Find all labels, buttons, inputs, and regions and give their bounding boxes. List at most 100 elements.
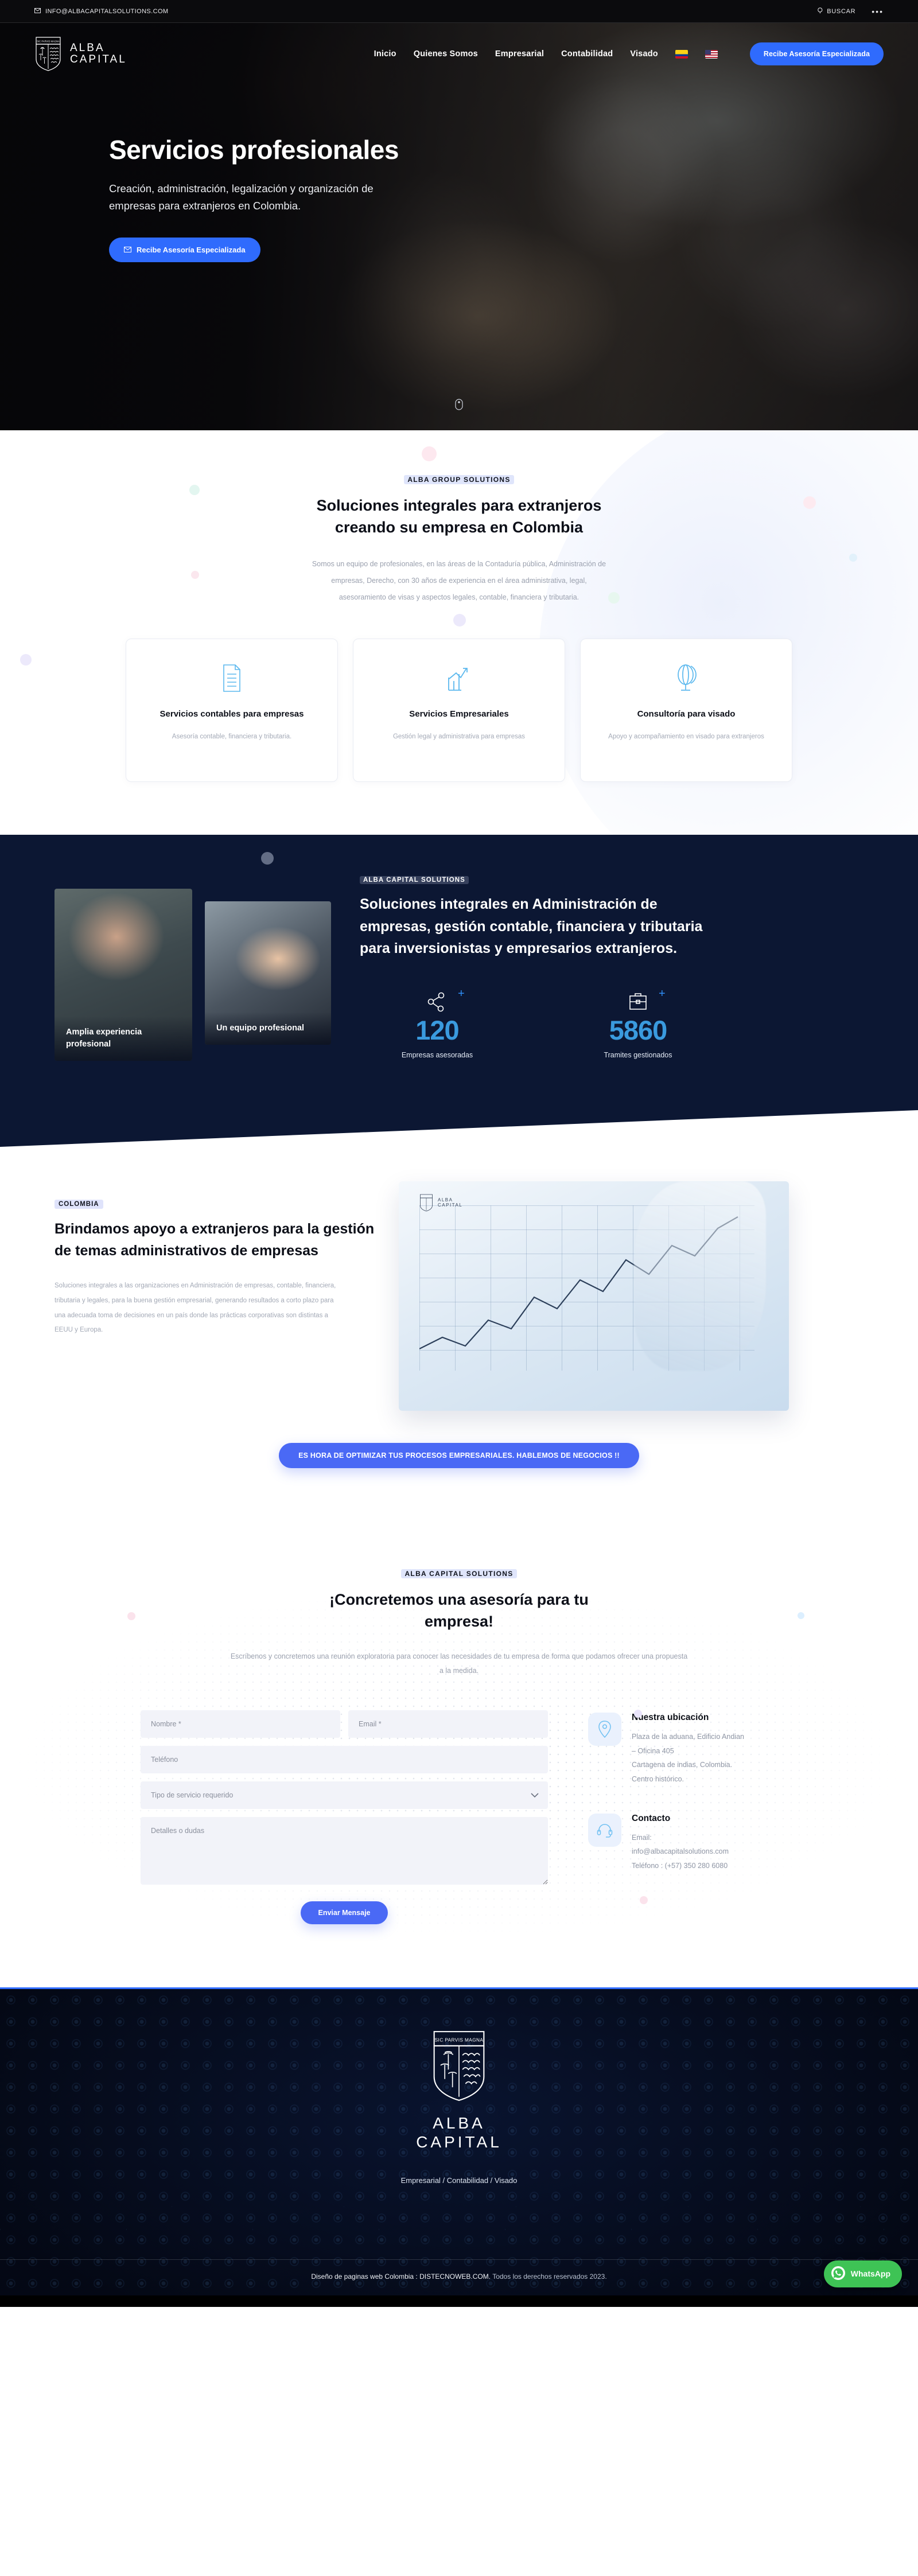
stat-label: Tramites gestionados — [604, 1050, 672, 1059]
solutions-body: Somos un equipo de profesionales, en las… — [312, 559, 606, 602]
message-textarea[interactable] — [141, 1817, 548, 1885]
email-input[interactable] — [348, 1710, 548, 1738]
nav-item-quienes-somos[interactable]: Quienes Somos — [414, 49, 478, 59]
whatsapp-label: WhatsApp — [850, 2269, 890, 2278]
service-card-contables[interactable]: Servicios contables para empresas Asesor… — [126, 638, 338, 782]
chart-photo: ALBA CAPITAL — [399, 1181, 789, 1411]
hero-cta-button[interactable]: Recibe Asesoría Especializada — [109, 237, 260, 262]
nav-item-contabilidad[interactable]: Contabilidad — [561, 49, 613, 59]
topbar-email[interactable]: INFO@ALBACAPITALSOLUTIONS.COM — [34, 7, 169, 15]
shield-crest-icon: SIC PARVIS MAGNA — [36, 37, 61, 71]
apoyo-title: Brindamos apoyo a extranjeros para la ge… — [55, 1220, 375, 1259]
stat-plus-sign: + — [659, 987, 666, 1001]
nav-cta-button[interactable]: Recibe Asesoría Especializada — [749, 42, 884, 65]
contacto-email[interactable]: info@albacapitalsolutions.com — [632, 1845, 729, 1858]
footer-black-strip — [0, 2295, 918, 2307]
nav-item-empresarial[interactable]: Empresarial — [495, 49, 544, 59]
search-icon — [818, 7, 823, 15]
solutions-eyebrow-text: ALBA GROUP SOLUTIONS — [404, 475, 514, 484]
stats-eyebrow: ALBA CAPITAL SOLUTIONS — [360, 875, 863, 884]
decorative-dot — [634, 1709, 642, 1718]
photo-caption: Amplia experiencia profesional — [55, 1015, 192, 1061]
stat-empresas-asesoradas: + 120 Empresas asesoradas — [371, 987, 503, 1059]
whatsapp-button[interactable]: WhatsApp — [823, 2260, 902, 2287]
name-input[interactable] — [141, 1710, 340, 1738]
search-label: BUSCAR — [827, 7, 856, 15]
nav-item-visado[interactable]: Visado — [630, 49, 658, 59]
send-message-button[interactable]: Enviar Mensaje — [301, 1901, 388, 1925]
search-button[interactable]: BUSCAR — [818, 7, 855, 15]
contact-body: Escríbenos y concretemos una reunión exp… — [230, 1652, 688, 1675]
nav-item-inicio[interactable]: Inicio — [374, 49, 396, 59]
service-card-desc: Gestión legal y administrativa para empr… — [392, 733, 526, 741]
footer-credit-soft: Todos los derechos reservados 2023. — [491, 2272, 607, 2281]
contact-eyebrow: ALBA CAPITAL SOLUTIONS — [0, 1569, 918, 1578]
solutions-section: ALBA GROUP SOLUTIONS Soluciones integral… — [0, 430, 918, 835]
hero-title: Servicios profesionales — [109, 135, 399, 165]
stat-value: 5860 — [609, 1015, 668, 1046]
location-line-1: Plaza de la aduana, Edificio Andian — [632, 1733, 744, 1741]
contact-form: Enviar Mensaje — [141, 1710, 548, 1925]
usa-flag-icon[interactable] — [705, 49, 718, 59]
apoyo-body: Soluciones integrales a las organizacion… — [55, 1282, 336, 1334]
solutions-eyebrow: ALBA GROUP SOLUTIONS — [0, 475, 918, 484]
chart-logo-line-1: ALBA — [438, 1197, 453, 1203]
top-bar: INFO@ALBACAPITALSOLUTIONS.COM BUSCAR ••• — [0, 0, 918, 23]
location-line-4: Centro histórico. — [632, 1775, 684, 1783]
whatsapp-icon — [831, 2266, 846, 2282]
footer-bottom: Diseño de paginas web Colombia : DISTECN… — [0, 2260, 918, 2295]
solutions-title: Soluciones integrales para extranjeros c… — [316, 497, 602, 536]
hero-subtitle: Creación, administración, legalización y… — [109, 182, 374, 212]
decorative-dot — [422, 446, 437, 461]
apoyo-cta-row: ES HORA DE OPTIMIZAR TUS PROCESOS EMPRES… — [0, 1411, 918, 1517]
share-network-icon: + — [371, 987, 503, 1014]
site-footer: SIC PARVIS MAGNA ALBA CAPITAL Empresaria… — [0, 1987, 918, 2307]
contacto-phone[interactable]: Teléfono : (+57) 350 280 6080 — [632, 1859, 729, 1873]
contacto-line-1: Email: — [632, 1833, 652, 1842]
svg-text:SIC PARVIS MAGNA: SIC PARVIS MAGNA — [37, 40, 60, 43]
document-icon — [220, 662, 243, 694]
scroll-indicator-icon[interactable] — [455, 399, 463, 413]
service-type-select[interactable] — [141, 1781, 548, 1810]
site-logo[interactable]: SIC PARVIS MAGNA ALBA CAPITAL — [34, 36, 127, 72]
photo-equipo: Un equipo profesional — [205, 901, 331, 1045]
more-menu-icon[interactable]: ••• — [872, 7, 884, 15]
hand-silhouette — [634, 1181, 766, 1371]
logo-wordmark: ALBA CAPITAL — [70, 42, 127, 65]
page-root: INFO@ALBACAPITALSOLUTIONS.COM BUSCAR •••… — [0, 0, 918, 2307]
footer-links[interactable]: Empresarial / Contabilidad / Visado — [0, 2176, 918, 2185]
service-card-empresariales[interactable]: Servicios Empresariales Gestión legal y … — [353, 638, 565, 782]
footer-logo[interactable]: SIC PARVIS MAGNA — [430, 2029, 488, 2106]
team-photos: Amplia experiencia profesional Un equipo… — [55, 873, 331, 1061]
shield-crest-icon: SIC PARVIS MAGNA — [433, 2031, 485, 2102]
footer-logo-line-1: ALBA — [433, 2114, 485, 2133]
logo-line-1: ALBA — [70, 42, 105, 55]
hero-section: SIC PARVIS MAGNA ALBA CAPITAL Inicio Qui… — [0, 23, 918, 430]
phone-input[interactable] — [141, 1746, 548, 1774]
location-heading: Nuestra ubicación — [632, 1713, 709, 1723]
decorative-dot — [127, 1612, 135, 1620]
bar-chart-growth-icon — [446, 662, 472, 694]
optimizar-procesos-button[interactable]: ES HORA DE OPTIMIZAR TUS PROCESOS EMPRES… — [279, 1442, 639, 1468]
service-cards: Servicios contables para empresas Asesor… — [0, 638, 918, 782]
contact-title: ¡Concretemos una asesoría para tu empres… — [329, 1590, 589, 1631]
service-card-visado[interactable]: Consultoría para visado Apoyo y acompaña… — [580, 638, 792, 782]
nav-links: Inicio Quienes Somos Empresarial Contabi… — [374, 42, 884, 65]
stat-tramites-gestionados: + 5860 Tramites gestionados — [572, 987, 704, 1059]
footer-credit-strong[interactable]: Diseño de paginas web Colombia : DISTECN… — [311, 2273, 491, 2281]
globe-icon — [674, 662, 699, 694]
service-card-desc: Asesoría contable, financiera y tributar… — [172, 733, 292, 741]
apoyo-tag: COLOMBIA — [55, 1199, 103, 1209]
stats-row: + 120 Empresas asesoradas + 5860 Tramite… — [360, 987, 863, 1059]
hero-content: Servicios profesionales Creación, admini… — [0, 85, 413, 262]
colombia-flag-icon[interactable] — [675, 49, 688, 59]
photo-caption: Un equipo profesional — [205, 1011, 331, 1045]
service-card-title: Servicios contables para empresas — [160, 709, 304, 719]
location-line-2: – Oficina 405 — [632, 1746, 674, 1755]
headset-icon — [588, 1813, 621, 1847]
map-pin-icon — [588, 1713, 621, 1746]
contact-eyebrow-text: ALBA CAPITAL SOLUTIONS — [401, 1569, 517, 1578]
location-block: Nuestra ubicación Plaza de la aduana, Ed… — [588, 1713, 777, 1786]
contact-info: Nuestra ubicación Plaza de la aduana, Ed… — [588, 1710, 777, 1924]
briefcase-icon: + — [572, 987, 704, 1014]
